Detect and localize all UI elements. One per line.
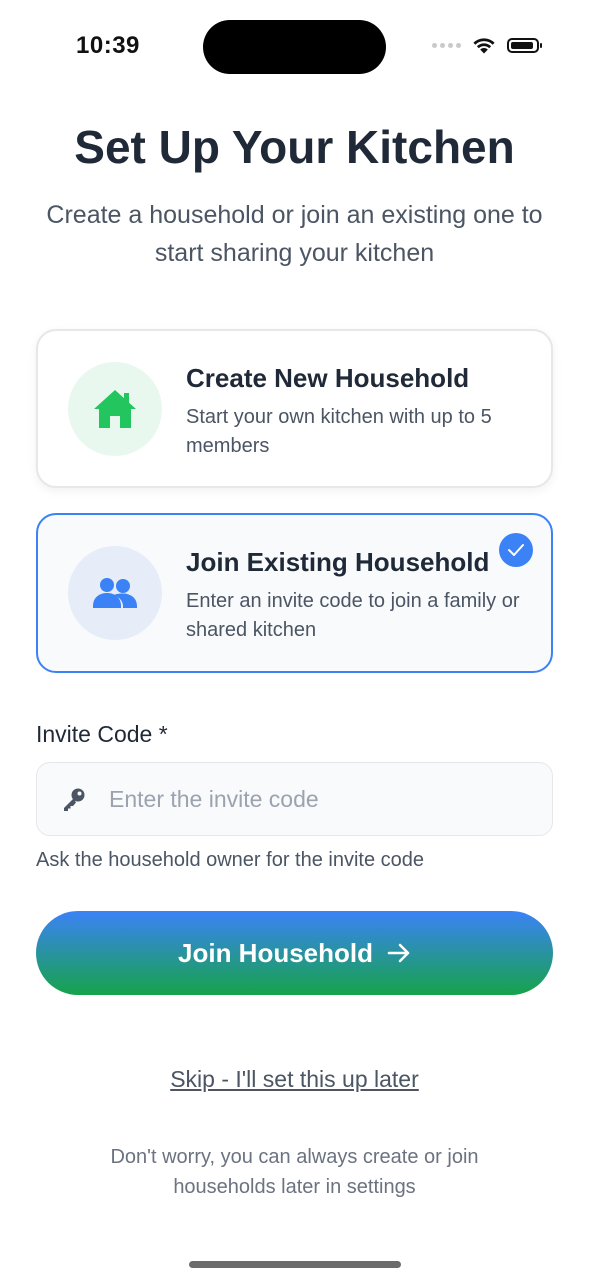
page-subtitle: Create a household or join an existing o… (46, 201, 543, 267)
users-icon (93, 578, 137, 608)
wifi-icon (473, 38, 495, 54)
key-icon (64, 788, 85, 811)
page-title: Set Up Your Kitchen (74, 121, 515, 173)
create-household-option[interactable]: Create New Household Start your own kitc… (36, 329, 553, 488)
home-indicator[interactable] (189, 1261, 401, 1268)
join-household-button[interactable]: Join Household (36, 911, 553, 995)
invite-code-helper: Ask the household owner for the invite c… (36, 849, 425, 871)
house-icon (94, 390, 136, 428)
invite-code-field-wrapper[interactable] (36, 762, 553, 836)
footer-note: Don't worry, you can always create or jo… (110, 1146, 479, 1198)
selected-check-icon (499, 533, 533, 567)
join-household-description: Enter an invite code to join a family or… (186, 590, 520, 641)
join-household-title: Join Existing Household (186, 547, 490, 577)
invite-code-input[interactable] (107, 763, 531, 836)
skip-link-container: Skip - I'll set this up later (0, 1066, 589, 1093)
status-bar: 10:39 (0, 0, 589, 96)
join-household-button-label: Join Household (178, 937, 373, 968)
create-household-description: Start your own kitchen with up to 5 memb… (186, 406, 492, 457)
skip-link[interactable]: Skip - I'll set this up later (170, 1066, 419, 1092)
dynamic-island (203, 20, 386, 74)
join-household-icon-circle (68, 546, 162, 640)
create-household-icon-circle (68, 362, 162, 456)
status-icons (432, 36, 542, 55)
arrow-right-icon (387, 943, 410, 963)
invite-code-label: Invite Code * (36, 721, 168, 747)
create-household-title: Create New Household (186, 363, 470, 393)
status-time: 10:39 (76, 32, 140, 59)
join-household-option[interactable]: Join Existing Household Enter an invite … (36, 513, 553, 673)
battery-icon (507, 38, 542, 53)
signal-dots-icon (432, 43, 461, 48)
